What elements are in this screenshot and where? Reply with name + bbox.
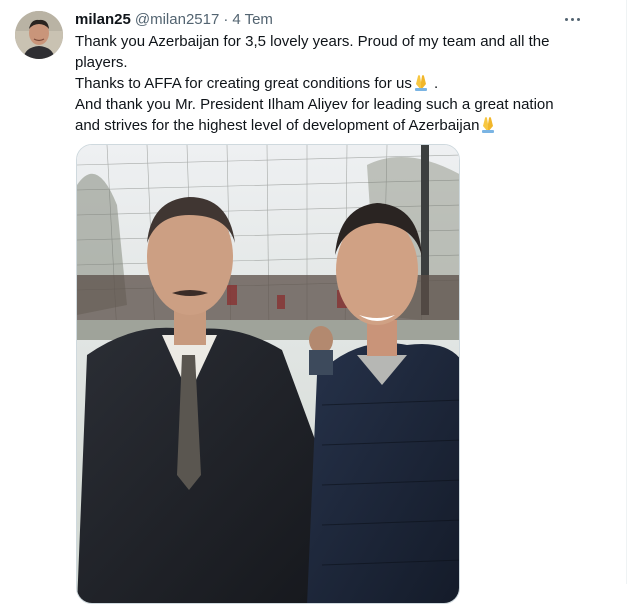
folded-hands-emoji-icon [482, 117, 495, 133]
tweet-line-2-text: Thanks to AFFA for creating great condit… [75, 75, 412, 92]
tweet-text: Thank you Azerbaijan for 3,5 lovely year… [75, 32, 565, 137]
tweet-line-2: Thanks to AFFA for creating great condit… [75, 73, 565, 95]
avatar[interactable] [15, 11, 63, 59]
display-name[interactable]: milan25 [75, 11, 131, 28]
user-handle[interactable]: @milan2517 [135, 11, 219, 28]
separator-dot: · [223, 10, 229, 28]
tweet-header: milan25 @milan2517 · 4 Tem [75, 9, 576, 29]
tweet-line-3: And thank you Mr. President Ilham Aliyev… [75, 95, 565, 137]
folded-hands-emoji-icon [414, 75, 427, 91]
tweet[interactable]: milan25 @milan2517 · 4 Tem Thank you Aze… [0, 0, 627, 604]
tweet-line-1: Thank you Azerbaijan for 3,5 lovely year… [75, 33, 550, 71]
tweet-photo[interactable] [76, 144, 460, 604]
timestamp[interactable]: 4 Tem [232, 11, 273, 28]
more-horizontal-icon[interactable] [560, 9, 584, 29]
tweet-line-2-suffix: . [429, 75, 439, 92]
